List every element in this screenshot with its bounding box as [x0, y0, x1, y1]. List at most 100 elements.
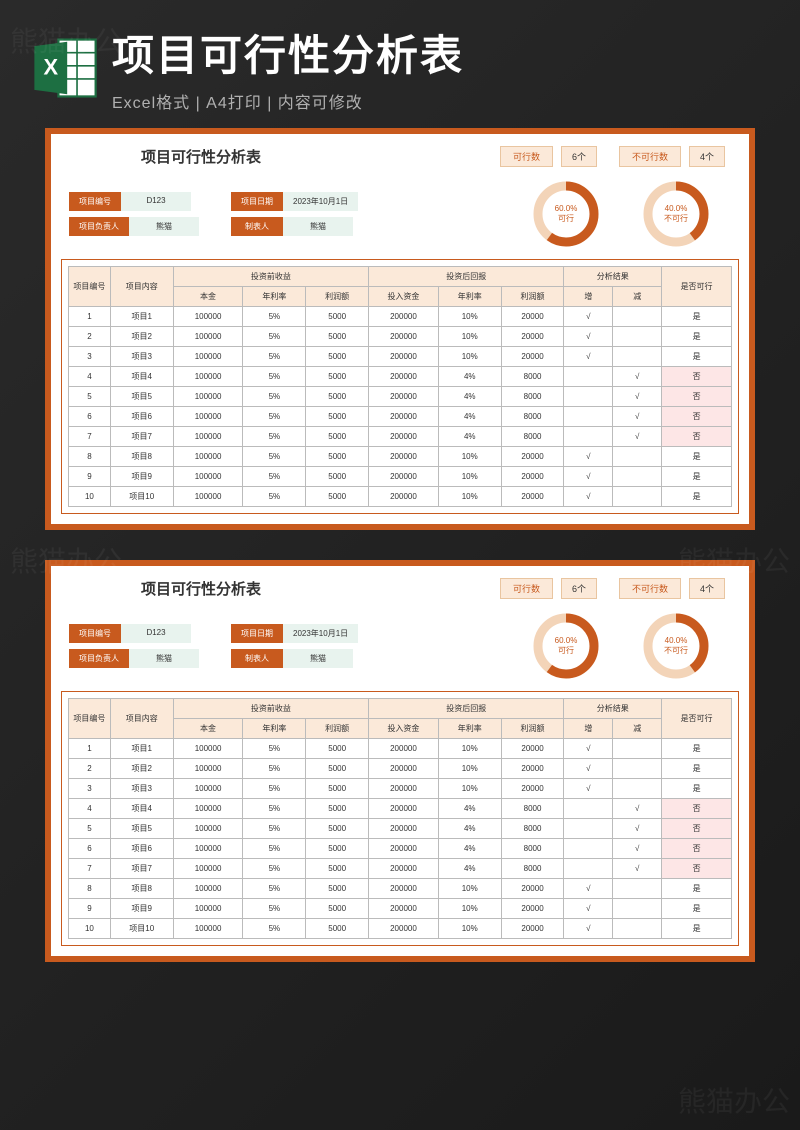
- info-id-value: D123: [121, 192, 191, 211]
- cell-dec: [613, 879, 662, 899]
- table-row: 2 项目2 100000 5% 5000 200000 10% 20000 √ …: [69, 327, 732, 347]
- analysis-sheet: 项目可行性分析表 可行数 6个 不可行数 4个 项目编号D123 项目负责人熊猫…: [45, 560, 755, 962]
- cell-principal: 100000: [173, 859, 243, 879]
- cell-id: 6: [69, 839, 111, 859]
- cell-id: 3: [69, 779, 111, 799]
- cell-principal: 100000: [173, 819, 243, 839]
- th-id: 项目编号: [69, 267, 111, 307]
- cell-id: 6: [69, 407, 111, 427]
- th-rate1: 年利率: [243, 719, 306, 739]
- cell-name: 项目6: [110, 407, 173, 427]
- cell-rate1: 5%: [243, 427, 306, 447]
- cell-profit1: 5000: [306, 447, 369, 467]
- analysis-table: 项目编号 项目内容 投资前收益 投资后回报 分析结果 是否可行 本金 年利率 利…: [68, 698, 732, 939]
- cell-profit1: 5000: [306, 487, 369, 507]
- cell-inc: √: [564, 467, 613, 487]
- info-maker-label: 制表人: [231, 217, 283, 236]
- table-row: 7 项目7 100000 5% 5000 200000 4% 8000 √ 否: [69, 427, 732, 447]
- cell-id: 5: [69, 819, 111, 839]
- cell-id: 10: [69, 487, 111, 507]
- cell-profit2: 20000: [501, 447, 564, 467]
- cell-id: 5: [69, 387, 111, 407]
- cell-profit2: 20000: [501, 879, 564, 899]
- cell-ok: 是: [662, 307, 732, 327]
- cell-ok: 否: [662, 367, 732, 387]
- charts-area: 60.0%可行 40.0%不可行: [364, 611, 731, 681]
- info-maker-value: 熊猫: [283, 217, 353, 236]
- th-dec: 减: [613, 287, 662, 307]
- cell-inc: [564, 859, 613, 879]
- cell-rate1: 5%: [243, 919, 306, 939]
- info-id-value: D123: [121, 624, 191, 643]
- cell-ok: 是: [662, 327, 732, 347]
- cell-profit1: 5000: [306, 779, 369, 799]
- cell-inc: [564, 387, 613, 407]
- cell-id: 4: [69, 799, 111, 819]
- cell-name: 项目9: [110, 899, 173, 919]
- watermark: 熊猫办公: [678, 1080, 790, 1120]
- cell-name: 项目10: [110, 919, 173, 939]
- infeasible-label: 不可行数: [619, 578, 681, 599]
- cell-ok: 是: [662, 447, 732, 467]
- th-ok: 是否可行: [662, 699, 732, 739]
- cell-invest: 200000: [369, 919, 439, 939]
- cell-dec: √: [613, 859, 662, 879]
- cell-profit1: 5000: [306, 879, 369, 899]
- cell-rate1: 5%: [243, 879, 306, 899]
- table-row: 9 项目9 100000 5% 5000 200000 10% 20000 √ …: [69, 899, 732, 919]
- cell-profit1: 5000: [306, 347, 369, 367]
- cell-principal: 100000: [173, 467, 243, 487]
- cell-profit2: 8000: [501, 799, 564, 819]
- cell-name: 项目7: [110, 427, 173, 447]
- cell-id: 7: [69, 427, 111, 447]
- cell-dec: √: [613, 367, 662, 387]
- cell-rate1: 5%: [243, 839, 306, 859]
- cell-principal: 100000: [173, 427, 243, 447]
- cell-rate1: 5%: [243, 307, 306, 327]
- cell-profit2: 8000: [501, 407, 564, 427]
- table-row: 6 项目6 100000 5% 5000 200000 4% 8000 √ 否: [69, 407, 732, 427]
- cell-name: 项目3: [110, 779, 173, 799]
- info-row: 项目编号D123 项目负责人熊猫 项目日期2023年10月1日 制表人熊猫 60…: [61, 607, 739, 691]
- th-rate2: 年利率: [438, 719, 501, 739]
- cell-principal: 100000: [173, 447, 243, 467]
- th-group-pre: 投资前收益: [173, 699, 368, 719]
- cell-principal: 100000: [173, 307, 243, 327]
- cell-profit2: 20000: [501, 759, 564, 779]
- cell-dec: [613, 899, 662, 919]
- charts-area: 60.0%可行 40.0%不可行: [364, 179, 731, 249]
- sheet-header: 项目可行性分析表 可行数 6个 不可行数 4个: [61, 574, 739, 607]
- sheet-title: 项目可行性分析表: [101, 146, 301, 167]
- cell-inc: √: [564, 879, 613, 899]
- cell-profit1: 5000: [306, 759, 369, 779]
- cell-dec: [613, 307, 662, 327]
- donut-percent: 40.0%: [665, 636, 688, 646]
- table-row: 8 项目8 100000 5% 5000 200000 10% 20000 √ …: [69, 879, 732, 899]
- hero-banner: X 项目可行性分析表 Excel格式 | A4打印 | 内容可修改: [0, 0, 800, 123]
- table-row: 10 项目10 100000 5% 5000 200000 10% 20000 …: [69, 919, 732, 939]
- th-name: 项目内容: [110, 267, 173, 307]
- infeasible-value: 4个: [689, 146, 725, 167]
- cell-inc: √: [564, 307, 613, 327]
- cell-id: 8: [69, 447, 111, 467]
- th-inc: 增: [564, 719, 613, 739]
- cell-profit1: 5000: [306, 859, 369, 879]
- cell-profit2: 20000: [501, 899, 564, 919]
- cell-profit2: 20000: [501, 467, 564, 487]
- cell-rate2: 10%: [438, 899, 501, 919]
- table-row: 10 项目10 100000 5% 5000 200000 10% 20000 …: [69, 487, 732, 507]
- cell-invest: 200000: [369, 819, 439, 839]
- cell-rate2: 10%: [438, 779, 501, 799]
- cell-rate2: 10%: [438, 347, 501, 367]
- th-invest: 投入资金: [369, 719, 439, 739]
- table-row: 3 项目3 100000 5% 5000 200000 10% 20000 √ …: [69, 347, 732, 367]
- table-wrap: 项目编号 项目内容 投资前收益 投资后回报 分析结果 是否可行 本金 年利率 利…: [61, 259, 739, 514]
- cell-inc: √: [564, 779, 613, 799]
- cell-rate1: 5%: [243, 447, 306, 467]
- cell-inc: √: [564, 739, 613, 759]
- th-group-result: 分析结果: [564, 699, 662, 719]
- table-row: 4 项目4 100000 5% 5000 200000 4% 8000 √ 否: [69, 799, 732, 819]
- feasible-value: 6个: [561, 578, 597, 599]
- cell-ok: 否: [662, 799, 732, 819]
- cell-id: 1: [69, 739, 111, 759]
